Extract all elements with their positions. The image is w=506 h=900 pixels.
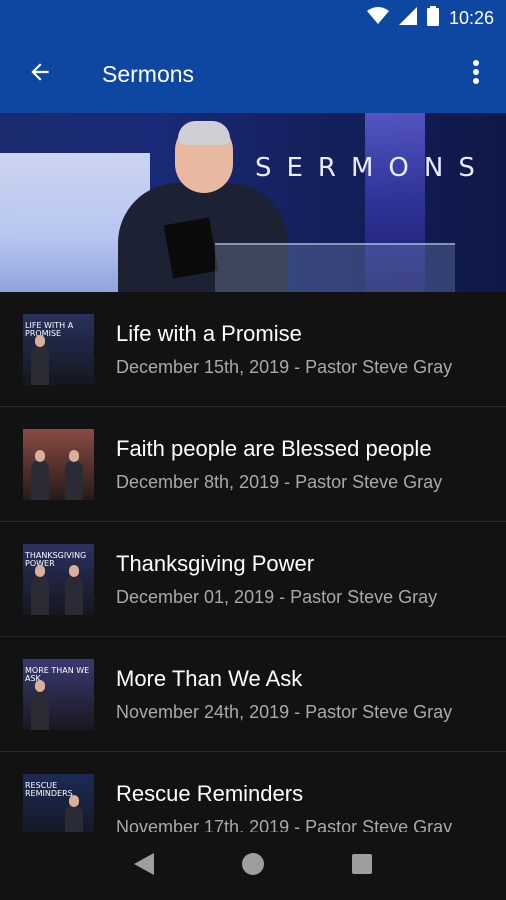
sermon-thumbnail: Thanksgiving power (23, 543, 94, 615)
back-button[interactable] (0, 36, 80, 113)
sermon-subtitle: November 24th, 2019 - Pastor Steve Gray (116, 701, 453, 722)
sermon-title: Life with a Promise (116, 320, 302, 346)
status-time: 10:26 (448, 7, 494, 28)
sermon-list-item[interactable]: More than we ask More Than We Ask Novemb… (0, 637, 506, 752)
app-bar: Sermons (0, 36, 506, 113)
nav-recents-icon (351, 853, 372, 879)
more-vert-icon (472, 59, 480, 90)
sermon-subtitle: December 8th, 2019 - Pastor Steve Gray (116, 471, 443, 492)
sermon-title: Thanksgiving Power (116, 550, 315, 576)
nav-home-icon (241, 852, 264, 880)
sermon-thumbnail: More than we ask (23, 658, 94, 730)
nav-back-button[interactable] (124, 846, 164, 886)
bible-image (163, 217, 219, 279)
wifi-icon (366, 6, 389, 30)
sermon-title: Faith people are Blessed people (116, 435, 432, 461)
hero-banner: SERMONS (0, 113, 506, 292)
banner-text: SERMONS (255, 153, 490, 183)
nav-home-button[interactable] (233, 846, 273, 886)
system-nav-bar (0, 832, 506, 900)
sermon-thumbnail: Life with a promise (23, 313, 94, 385)
sermon-list-item[interactable]: Faith people are Blessed people December… (0, 407, 506, 522)
pastor-hair (178, 121, 230, 145)
nav-recents-button[interactable] (342, 846, 382, 886)
battery-icon (426, 5, 439, 31)
arrow-back-icon (27, 59, 53, 90)
sermon-list-item[interactable]: Life with a promise Life with a Promise … (0, 292, 506, 407)
overflow-menu-button[interactable] (446, 36, 506, 113)
page-title: Sermons (102, 61, 195, 87)
podium (215, 243, 455, 292)
sermon-title: More Than We Ask (116, 665, 303, 691)
signal-icon (398, 6, 417, 30)
sermon-list-item[interactable]: Thanksgiving power Thanksgiving Power De… (0, 522, 506, 637)
sermon-list: Life with a promise Life with a Promise … (0, 292, 506, 867)
thumbnail-caption: Rescue reminders (25, 780, 73, 799)
sermon-subtitle: December 15th, 2019 - Pastor Steve Gray (116, 356, 453, 377)
sermon-subtitle: December 01, 2019 - Pastor Steve Gray (116, 586, 438, 607)
status-bar: 10:26 (0, 0, 506, 36)
nav-back-icon (134, 852, 155, 880)
sermon-thumbnail (23, 428, 94, 500)
sermon-title: Rescue Reminders (116, 780, 304, 806)
